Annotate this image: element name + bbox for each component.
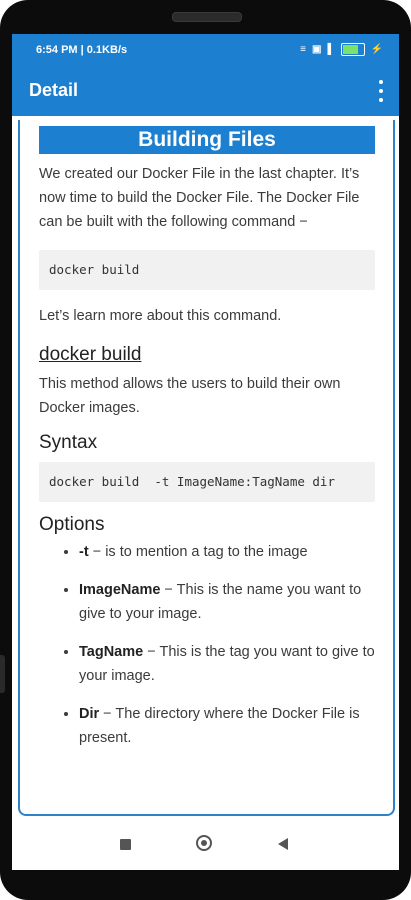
page-title: Detail	[29, 80, 79, 100]
option-text: − The directory where the Docker File is…	[79, 706, 360, 746]
list-item: Dir − The directory where the Docker Fil…	[79, 702, 375, 750]
charging-icon: ⚡	[370, 43, 383, 55]
signal-icon: ▌	[327, 43, 335, 55]
syntax-heading: Syntax	[39, 432, 98, 453]
wifi-icon: ≡	[300, 43, 306, 55]
option-text: − is to mention a tag to the image	[88, 544, 308, 560]
learn-more-paragraph: Let’s learn more about this command.	[39, 308, 282, 324]
docker-build-subheading: docker build	[39, 344, 142, 365]
navigation-bar	[12, 824, 399, 870]
option-term: ImageName	[79, 582, 161, 598]
status-icons: ≡ ▣ ▌ ⚡	[300, 43, 383, 56]
list-item: TagName − This is the tag you want to gi…	[79, 640, 375, 688]
option-term: Dir	[79, 706, 100, 722]
earpiece-speaker	[172, 12, 242, 22]
option-term: TagName	[79, 644, 144, 660]
article-content: Building Files We created our Docker Fil…	[39, 126, 375, 764]
status-time: 6:54 PM | 0.1KB/s	[36, 44, 128, 56]
intro-paragraph: We created our Docker File in the last c…	[39, 166, 360, 230]
screen: 6:54 PM | 0.1KB/s ≡ ▣ ▌ ⚡ Detail Buildin…	[12, 34, 399, 870]
code-block-build: docker build	[39, 250, 375, 290]
code-block-syntax: docker build -t ImageName:TagName dir	[39, 462, 375, 502]
home-icon[interactable]	[196, 835, 212, 851]
more-vert-icon[interactable]	[375, 80, 387, 102]
side-button	[0, 655, 5, 693]
list-item: ImageName − This is the name you want to…	[79, 578, 375, 626]
battery-icon	[340, 43, 365, 56]
description-paragraph: This method allows the users to build th…	[39, 376, 341, 416]
status-bar: 6:54 PM | 0.1KB/s ≡ ▣ ▌ ⚡	[12, 34, 399, 66]
recent-apps-icon[interactable]	[120, 839, 131, 850]
back-icon[interactable]	[278, 838, 288, 850]
options-heading: Options	[39, 514, 105, 535]
phone-frame: 6:54 PM | 0.1KB/s ≡ ▣ ▌ ⚡ Detail Buildin…	[0, 0, 411, 900]
article-heading: Building Files	[39, 126, 375, 154]
option-term: -t	[79, 544, 89, 560]
app-bar: Detail	[12, 66, 399, 116]
options-list: -t − is to mention a tag to the image Im…	[39, 540, 375, 750]
sim-icon: ▣	[312, 43, 322, 55]
list-item: -t − is to mention a tag to the image	[79, 540, 375, 564]
article-card: Building Files We created our Docker Fil…	[18, 120, 395, 816]
